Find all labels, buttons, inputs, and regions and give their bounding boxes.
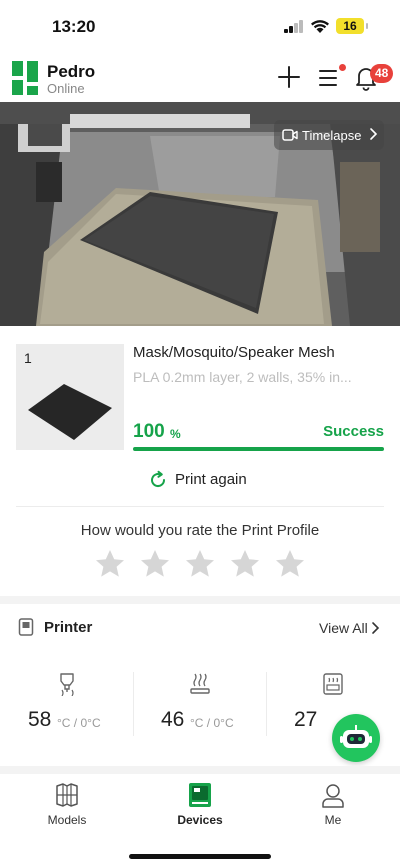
bed-temperature[interactable]: 46 °C / 0°C [133, 668, 266, 742]
bed-temp-value: 46 [161, 708, 185, 731]
chamber-temp-icon [323, 673, 343, 695]
job-status: Success [323, 423, 384, 440]
robot-icon [340, 725, 372, 748]
menu-notification-dot [339, 64, 346, 71]
progress-percentage: 100 [133, 421, 165, 442]
notification-count-badge: 48 [370, 64, 394, 83]
divider [16, 506, 384, 507]
app-header: Pedro Online [0, 56, 400, 100]
star-icon[interactable] [184, 548, 216, 580]
star-icon[interactable] [274, 548, 306, 580]
printer-section-title: Printer [44, 619, 93, 636]
star-icon[interactable] [229, 548, 261, 580]
status-bar: 13:20 16 [0, 0, 400, 52]
job-details: PLA 0.2mm layer, 2 walls, 35% in... [133, 369, 352, 385]
tab-models-label: Models [47, 813, 87, 827]
nozzle-temp-icon [60, 673, 74, 696]
add-icon[interactable] [276, 64, 302, 90]
devices-icon [189, 783, 211, 807]
models-icon [56, 783, 78, 807]
tab-models[interactable]: Models [12, 782, 122, 838]
progress-bar-fill [133, 447, 384, 451]
progress-unit: % [170, 427, 181, 441]
star-icon[interactable] [139, 548, 171, 580]
printer-online-status: Online [47, 81, 85, 96]
tab-devices[interactable]: Devices [145, 782, 255, 838]
section-divider [0, 596, 400, 604]
video-camera-icon [282, 129, 298, 141]
timelapse-label: Timelapse [302, 128, 362, 143]
tab-devices-label: Devices [177, 813, 223, 827]
brand-logo-icon [12, 61, 38, 95]
timelapse-button[interactable]: Timelapse [274, 120, 384, 150]
chamber-temp-value: 27 [294, 708, 318, 731]
chevron-right-icon[interactable] [371, 621, 380, 635]
bed-temp-icon [190, 673, 210, 694]
document-icon [18, 618, 34, 636]
print-job-card: 1 Mask/Mosquito/Speaker Mesh PLA 0.2mm l… [0, 326, 400, 596]
progress-bar [133, 447, 384, 451]
nozzle-temp-unit: °C / 0°C [57, 716, 101, 730]
print-again-label: Print again [175, 471, 247, 488]
view-all-link[interactable]: View All [319, 620, 368, 636]
cellular-signal-icon [284, 20, 304, 33]
printer-name[interactable]: Pedro [47, 62, 95, 82]
bed-temp-unit: °C / 0°C [190, 716, 234, 730]
tab-me[interactable]: Me [278, 782, 388, 838]
wifi-icon [311, 20, 329, 33]
star-icon[interactable] [94, 548, 126, 580]
nozzle-temperature[interactable]: 58 °C / 0°C [0, 668, 133, 742]
home-indicator [129, 854, 271, 859]
section-divider [0, 766, 400, 774]
assistant-bot-button[interactable] [332, 714, 380, 762]
star-rating [94, 548, 306, 582]
profile-icon [322, 784, 344, 808]
plate-thumbnail[interactable]: 1 [16, 344, 124, 450]
tab-me-label: Me [324, 813, 342, 827]
bottom-tab-bar: Models Devices Me [0, 774, 400, 866]
nozzle-temp-value: 58 [28, 708, 52, 731]
battery-indicator: 16 [336, 18, 368, 34]
chevron-right-icon [370, 128, 378, 140]
refresh-icon [151, 470, 166, 488]
rating-prompt: How would you rate the Print Profile [80, 522, 320, 539]
job-title: Mask/Mosquito/Speaker Mesh [133, 344, 335, 361]
model-preview-icon [28, 384, 112, 440]
status-time: 13:20 [52, 17, 96, 36]
